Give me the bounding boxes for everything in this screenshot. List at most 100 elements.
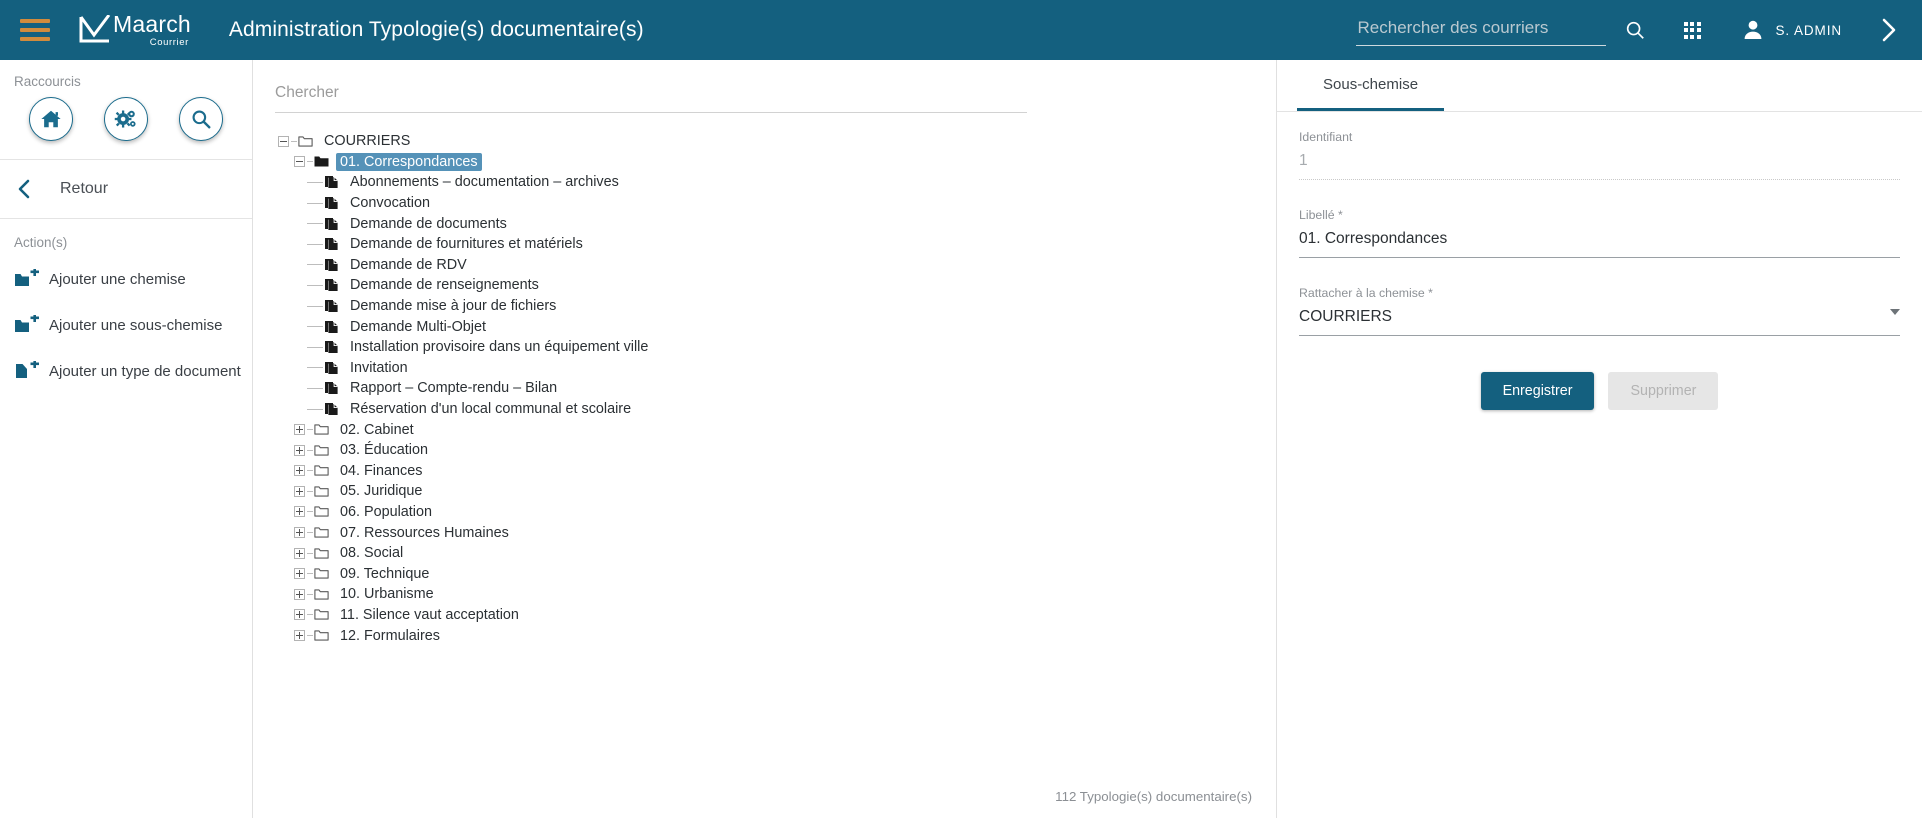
tab-sous-chemise[interactable]: Sous-chemise: [1297, 60, 1445, 111]
tree-node-label[interactable]: Demande Multi-Objet: [346, 318, 490, 336]
tree-node-icon: [323, 258, 340, 272]
typology-tree: COURRIERS 01. Correspondances Abonnements …: [275, 131, 1254, 783]
folder-outline-icon: [314, 630, 329, 641]
tree-toggle-plus-icon[interactable]: [291, 628, 307, 644]
maarch-logo[interactable]: Maarch Courrier: [78, 12, 191, 48]
chevron-right-icon[interactable]: [1878, 17, 1900, 43]
tree-node[interactable]: Invitation: [275, 358, 1254, 379]
tree-node-label[interactable]: 03. Éducation: [336, 441, 432, 459]
tree-node-label[interactable]: Demande de renseignements: [346, 276, 543, 294]
tree-toggle-plus-icon[interactable]: [291, 442, 307, 458]
home-shortcut[interactable]: [29, 97, 74, 141]
tree-toggle-plus-icon[interactable]: [291, 566, 307, 582]
tree-node[interactable]: 02. Cabinet: [275, 419, 1254, 440]
tree-node-label[interactable]: Invitation: [346, 359, 412, 377]
tree-node-label[interactable]: 09. Technique: [336, 565, 433, 583]
tree-toggle-plus-icon[interactable]: [291, 607, 307, 623]
tree-node[interactable]: 05. Juridique: [275, 481, 1254, 502]
detail-panel: Sous-chemise Identifiant 1 Libellé * 01.…: [1277, 60, 1922, 818]
tree-node-label[interactable]: COURRIERS: [320, 132, 414, 150]
form-buttons: Enregistrer Supprimer: [1299, 372, 1900, 410]
tree-node-label[interactable]: 10. Urbanisme: [336, 585, 438, 603]
tree-node[interactable]: 09. Technique: [275, 563, 1254, 584]
add-chemise-action[interactable]: Ajouter une chemise: [0, 256, 252, 302]
tree-toggle-plus-icon[interactable]: [291, 422, 307, 438]
tree-toggle-plus-icon[interactable]: [291, 586, 307, 602]
tree-node[interactable]: Demande Multi-Objet: [275, 316, 1254, 337]
tree-node-label[interactable]: Demande de fournitures et matériels: [346, 235, 587, 253]
tree-toggle-plus-icon[interactable]: [291, 483, 307, 499]
tree-node[interactable]: 03. Éducation: [275, 440, 1254, 461]
tree-node-icon: [313, 588, 330, 601]
tree-node[interactable]: Demande de renseignements: [275, 275, 1254, 296]
settings-shortcut[interactable]: [103, 97, 148, 141]
search-icon[interactable]: [1606, 19, 1646, 41]
tree-node[interactable]: 10. Urbanisme: [275, 584, 1254, 605]
shortcuts-row: [0, 95, 252, 159]
tree-node-label[interactable]: 06. Population: [336, 503, 436, 521]
tree-node-label[interactable]: Rapport – Compte-rendu – Bilan: [346, 379, 561, 397]
tree-node[interactable]: Demande de fournitures et matériels: [275, 234, 1254, 255]
add-sous-chemise-action[interactable]: Ajouter une sous-chemise: [0, 302, 252, 348]
tree-node-label[interactable]: 04. Finances: [336, 462, 426, 480]
tree-node-label[interactable]: Convocation: [346, 194, 434, 212]
tree-node-label[interactable]: Réservation d'un local communal et scola…: [346, 400, 635, 418]
tree-node-label[interactable]: 02. Cabinet: [336, 421, 418, 439]
tree-node-label[interactable]: 12. Formulaires: [336, 627, 444, 645]
add-document-type-action[interactable]: Ajouter un type de document: [0, 348, 252, 394]
hamburger-icon[interactable]: [20, 19, 50, 41]
tree-node-icon: [313, 444, 330, 457]
folder-outline-icon: [314, 445, 329, 456]
save-button[interactable]: Enregistrer: [1480, 372, 1595, 410]
tree-node[interactable]: COURRIERS: [275, 131, 1254, 152]
tree-node[interactable]: Demande mise à jour de fichiers: [275, 296, 1254, 317]
back-button[interactable]: Retour: [0, 160, 252, 218]
tree-node[interactable]: 11. Silence vaut acceptation: [275, 605, 1254, 626]
toggle-box: [293, 156, 305, 168]
tree-node[interactable]: 06. Population: [275, 502, 1254, 523]
tree-node[interactable]: 12. Formulaires: [275, 625, 1254, 646]
page-title: Administration Typologie(s) documentaire…: [228, 18, 644, 41]
tree-node-label[interactable]: 05. Juridique: [336, 482, 426, 500]
tree-node-label[interactable]: Demande de RDV: [346, 256, 471, 274]
tree-node-label[interactable]: Abonnements – documentation – archives: [346, 173, 623, 191]
tree-toggle-plus-icon[interactable]: [291, 463, 307, 479]
toggle-box: [293, 609, 305, 621]
tree-node[interactable]: 08. Social: [275, 543, 1254, 564]
tree-toggle-plus-icon[interactable]: [291, 504, 307, 520]
folder-plus-glyph: [15, 315, 39, 332]
tree-node[interactable]: Abonnements – documentation – archives: [275, 172, 1254, 193]
search-input[interactable]: [1355, 14, 1606, 46]
grid-apps-icon[interactable]: [1683, 21, 1701, 39]
tree-leaf-line: [307, 326, 323, 328]
tree-node-label[interactable]: Demande mise à jour de fichiers: [346, 297, 560, 315]
tree-node[interactable]: Rapport – Compte-rendu – Bilan: [275, 378, 1254, 399]
tree-toggle-minus-icon[interactable]: [275, 133, 291, 149]
tree-node-label[interactable]: 08. Social: [336, 544, 407, 562]
tree-node-label[interactable]: Installation provisoire dans un équipeme…: [346, 338, 652, 356]
tree-toggle-plus-icon[interactable]: [291, 525, 307, 541]
tree-node-label[interactable]: Demande de documents: [346, 215, 511, 233]
tree-node[interactable]: 07. Ressources Humaines: [275, 522, 1254, 543]
tree-node-label[interactable]: 11. Silence vaut acceptation: [336, 606, 523, 624]
action-label: Ajouter un type de document: [49, 362, 241, 380]
libelle-input[interactable]: 01. Correspondances: [1299, 230, 1900, 258]
tree-search-input[interactable]: [275, 82, 1027, 113]
chevron-down-icon[interactable]: [1890, 309, 1900, 315]
tree-node-label[interactable]: 07. Ressources Humaines: [336, 524, 513, 542]
tree-node[interactable]: Convocation: [275, 193, 1254, 214]
tree-toggle-plus-icon[interactable]: [291, 545, 307, 561]
center-inner: COURRIERS 01. Correspondances Abonnements …: [253, 60, 1276, 783]
tree-node[interactable]: 04. Finances: [275, 461, 1254, 482]
tree-node[interactable]: Demande de documents: [275, 213, 1254, 234]
tree-node[interactable]: 01. Correspondances: [275, 152, 1254, 173]
tree-node[interactable]: Réservation d'un local communal et scola…: [275, 399, 1254, 420]
tree-node[interactable]: Installation provisoire dans un équipeme…: [275, 337, 1254, 358]
rattacher-chemise-select[interactable]: COURRIERS: [1299, 308, 1900, 336]
search-shortcut[interactable]: [178, 97, 223, 141]
tree-node-label[interactable]: 01. Correspondances: [336, 152, 482, 171]
tree-node-icon: [323, 278, 340, 292]
tree-node[interactable]: Demande de RDV: [275, 255, 1254, 276]
user-menu[interactable]: S. ADMIN: [1741, 18, 1842, 42]
tree-toggle-minus-icon[interactable]: [291, 154, 307, 170]
